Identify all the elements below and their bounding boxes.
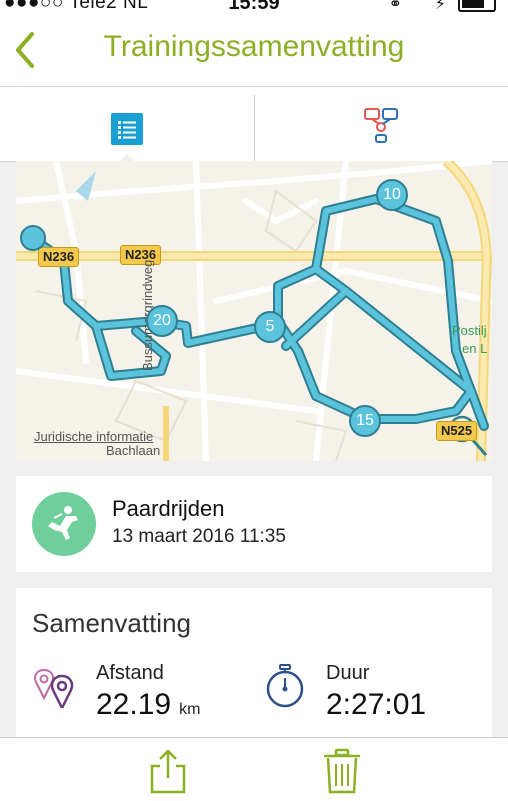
place-label: en L: [462, 341, 488, 356]
tab-summary-list[interactable]: [0, 87, 254, 162]
distance-value: 22.19: [96, 688, 172, 721]
summary-title: Samenvatting: [32, 608, 191, 638]
place-label: Postilj: [452, 323, 487, 338]
route-km-marker: 5: [254, 311, 286, 343]
summary-card: Samenvatting Afstand 22.19 km Duur 2:27:0…: [16, 588, 492, 738]
tab-workflow[interactable]: [255, 87, 508, 161]
legal-info-link[interactable]: Juridische informatie: [34, 429, 153, 444]
route-km-marker: 10: [376, 179, 408, 211]
activity-name: Paardrijden: [112, 496, 225, 521]
street-label: Bachlaan: [106, 443, 161, 458]
delete-button[interactable]: [320, 748, 364, 794]
bottom-toolbar: [0, 737, 508, 801]
page-title: Trainingssamenvatting: [103, 30, 405, 63]
distance-icon: [34, 668, 74, 708]
duration-value: 2:27:01: [326, 688, 427, 721]
workflow-icon: [364, 108, 398, 143]
route-km-marker: 20: [146, 305, 178, 337]
list-icon: [111, 113, 143, 145]
share-icon: [150, 749, 186, 794]
view-tabs: [0, 87, 508, 162]
route-map[interactable]: N236 N236 N525 Bussumergrindweg Bachlaan…: [16, 161, 492, 461]
battery-icon: [458, 0, 496, 12]
map-canvas: [16, 161, 492, 461]
distance-label: Afstand: [96, 662, 164, 684]
status-bar: ●●●○○ Tele2 NL 15:59 ⚭ ⚡: [0, 0, 508, 16]
distance-value-group: 22.19 km: [96, 688, 200, 722]
status-time: 15:59: [228, 0, 280, 14]
route-start-marker: [20, 225, 46, 251]
activity-card[interactable]: Paardrijden 13 maart 2016 11:35: [16, 476, 492, 572]
duration-label: Duur: [326, 662, 370, 684]
horse-riding-icon: [32, 492, 96, 556]
share-button[interactable]: [146, 748, 190, 794]
stopwatch-icon: [266, 664, 304, 708]
road-label: N236: [38, 247, 80, 267]
navigation-bar: Trainingssamenvatting: [0, 16, 508, 87]
route-km-marker: 15: [349, 405, 381, 437]
lock-rotation-icon: ⚭: [388, 0, 402, 13]
road-label: N525: [436, 421, 478, 441]
charging-icon: ⚡: [434, 0, 446, 13]
trash-icon: [324, 748, 360, 794]
distance-unit: km: [179, 701, 201, 718]
activity-date: 13 maart 2016 11:35: [112, 526, 286, 547]
